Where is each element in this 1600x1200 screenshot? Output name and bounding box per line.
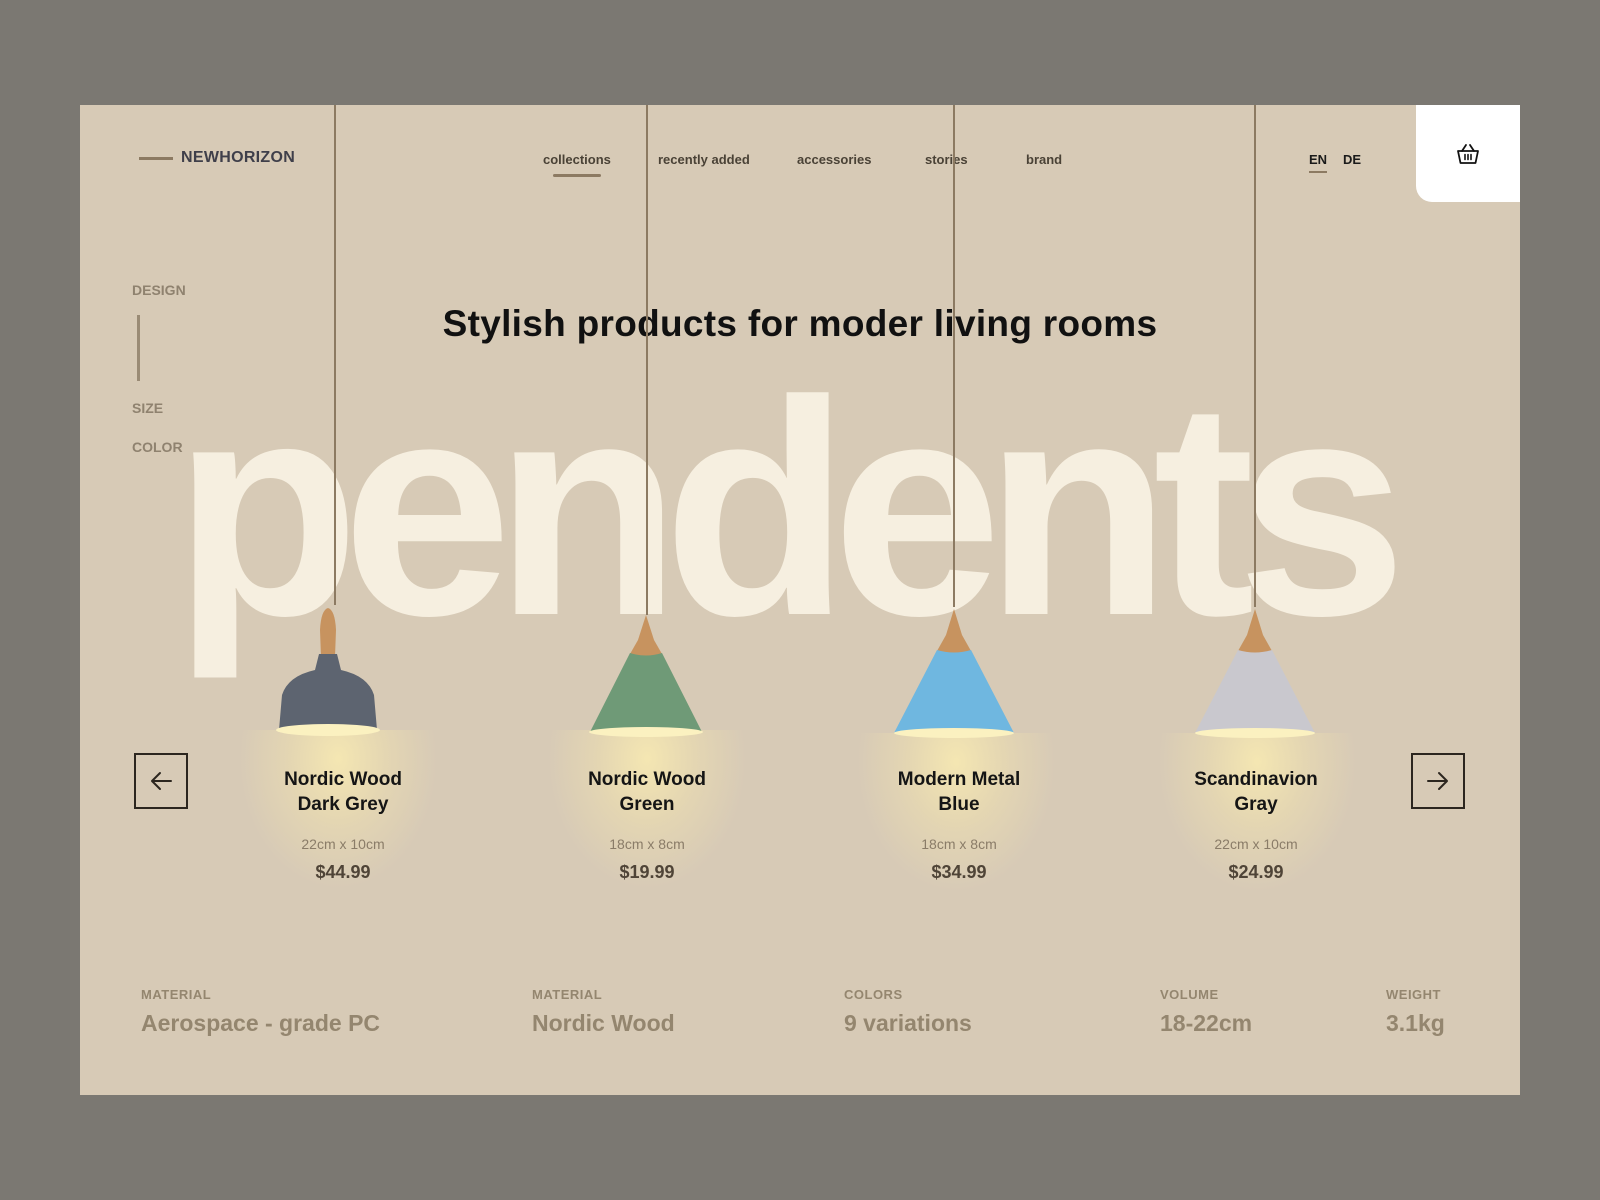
arrow-right-icon: [1427, 772, 1448, 790]
spec-label: COLORS: [844, 987, 903, 1002]
spec-weight: WEIGHT 3.1kg: [1386, 987, 1445, 1037]
product-price: $19.99: [619, 862, 675, 882]
carousel-next-button[interactable]: [1411, 753, 1465, 809]
nav-item-stories[interactable]: stories: [925, 152, 968, 167]
spec-value: Aerospace - grade PC: [141, 1010, 381, 1036]
product-card[interactable]: Modern Metal Blue 18cm x 8cm $34.99: [859, 767, 1059, 883]
spec-label: VOLUME: [1160, 987, 1219, 1002]
product-card[interactable]: Nordic Wood Green 18cm x 8cm $19.99: [547, 767, 747, 883]
lamp-cord: [1254, 105, 1256, 607]
spec-label: MATERIAL: [141, 987, 212, 1002]
page-headline: Stylish products for moder living rooms: [442, 303, 1158, 344]
product-name: Modern Metal Blue: [897, 769, 1021, 815]
spec-value: 3.1kg: [1386, 1010, 1445, 1036]
product-name: Nordic Wood Dark Grey: [284, 769, 402, 815]
product-name: Scandinavion Gray: [1194, 769, 1318, 815]
nav-item-brand[interactable]: brand: [1026, 152, 1062, 167]
carousel-prev-button[interactable]: [134, 753, 188, 809]
brand-logo[interactable]: NEWHORIZON: [139, 149, 295, 167]
basket-icon: [1457, 143, 1479, 164]
lamp-dark-grey[interactable]: [265, 600, 395, 745]
spec-label: MATERIAL: [532, 987, 603, 1002]
product-price: $34.99: [931, 862, 987, 882]
spec-value: 9 variations: [844, 1010, 972, 1036]
brand-dash: [139, 156, 173, 160]
lang-en[interactable]: EN: [1309, 152, 1328, 173]
spec-label: WEIGHT: [1386, 987, 1441, 1002]
spec-value: 18-22cm: [1160, 1010, 1253, 1036]
lamp-cord: [953, 105, 955, 607]
spec-material-wood: MATERIAL Nordic Wood: [532, 987, 675, 1037]
product-card[interactable]: Nordic Wood Dark Grey 22cm x 10cm $44.99: [243, 767, 443, 883]
spec-volume: VOLUME 18-22cm: [1160, 987, 1252, 1037]
lamp-cord: [646, 105, 648, 615]
product-dimensions: 18cm x 8cm: [609, 836, 685, 852]
product-dimensions: 22cm x 10cm: [1214, 836, 1298, 852]
product-dimensions: 18cm x 8cm: [921, 836, 997, 852]
spec-colors: COLORS 9 variations: [844, 987, 972, 1037]
lang-de[interactable]: DE: [1343, 152, 1361, 167]
lamp-blue[interactable]: [889, 603, 1019, 748]
cart-button[interactable]: [1416, 105, 1520, 202]
nav-item-accessories[interactable]: accessories: [797, 152, 871, 167]
nav-item-recently-added[interactable]: recently added: [658, 152, 750, 167]
arrow-left-icon: [151, 772, 172, 790]
product-name: Nordic Wood Green: [588, 769, 706, 815]
hero-card: NEWHORIZON collections recently added ac…: [80, 105, 1520, 1095]
product-price: $44.99: [315, 862, 371, 882]
product-price: $24.99: [1228, 862, 1284, 882]
lamp-cord: [334, 105, 336, 605]
spec-value: Nordic Wood: [532, 1010, 675, 1036]
filter-size[interactable]: SIZE: [132, 400, 163, 416]
product-dimensions: 22cm x 10cm: [301, 836, 385, 852]
product-card[interactable]: Scandinavion Gray 22cm x 10cm $24.99: [1156, 767, 1356, 883]
lamp-green[interactable]: [582, 610, 712, 745]
nav-item-collections[interactable]: collections: [543, 152, 611, 177]
filter-design[interactable]: DESIGN: [132, 282, 186, 298]
brand-name: NEWHORIZON: [181, 149, 296, 166]
lamp-gray[interactable]: [1190, 603, 1320, 748]
spec-material: MATERIAL Aerospace - grade PC: [141, 987, 380, 1037]
